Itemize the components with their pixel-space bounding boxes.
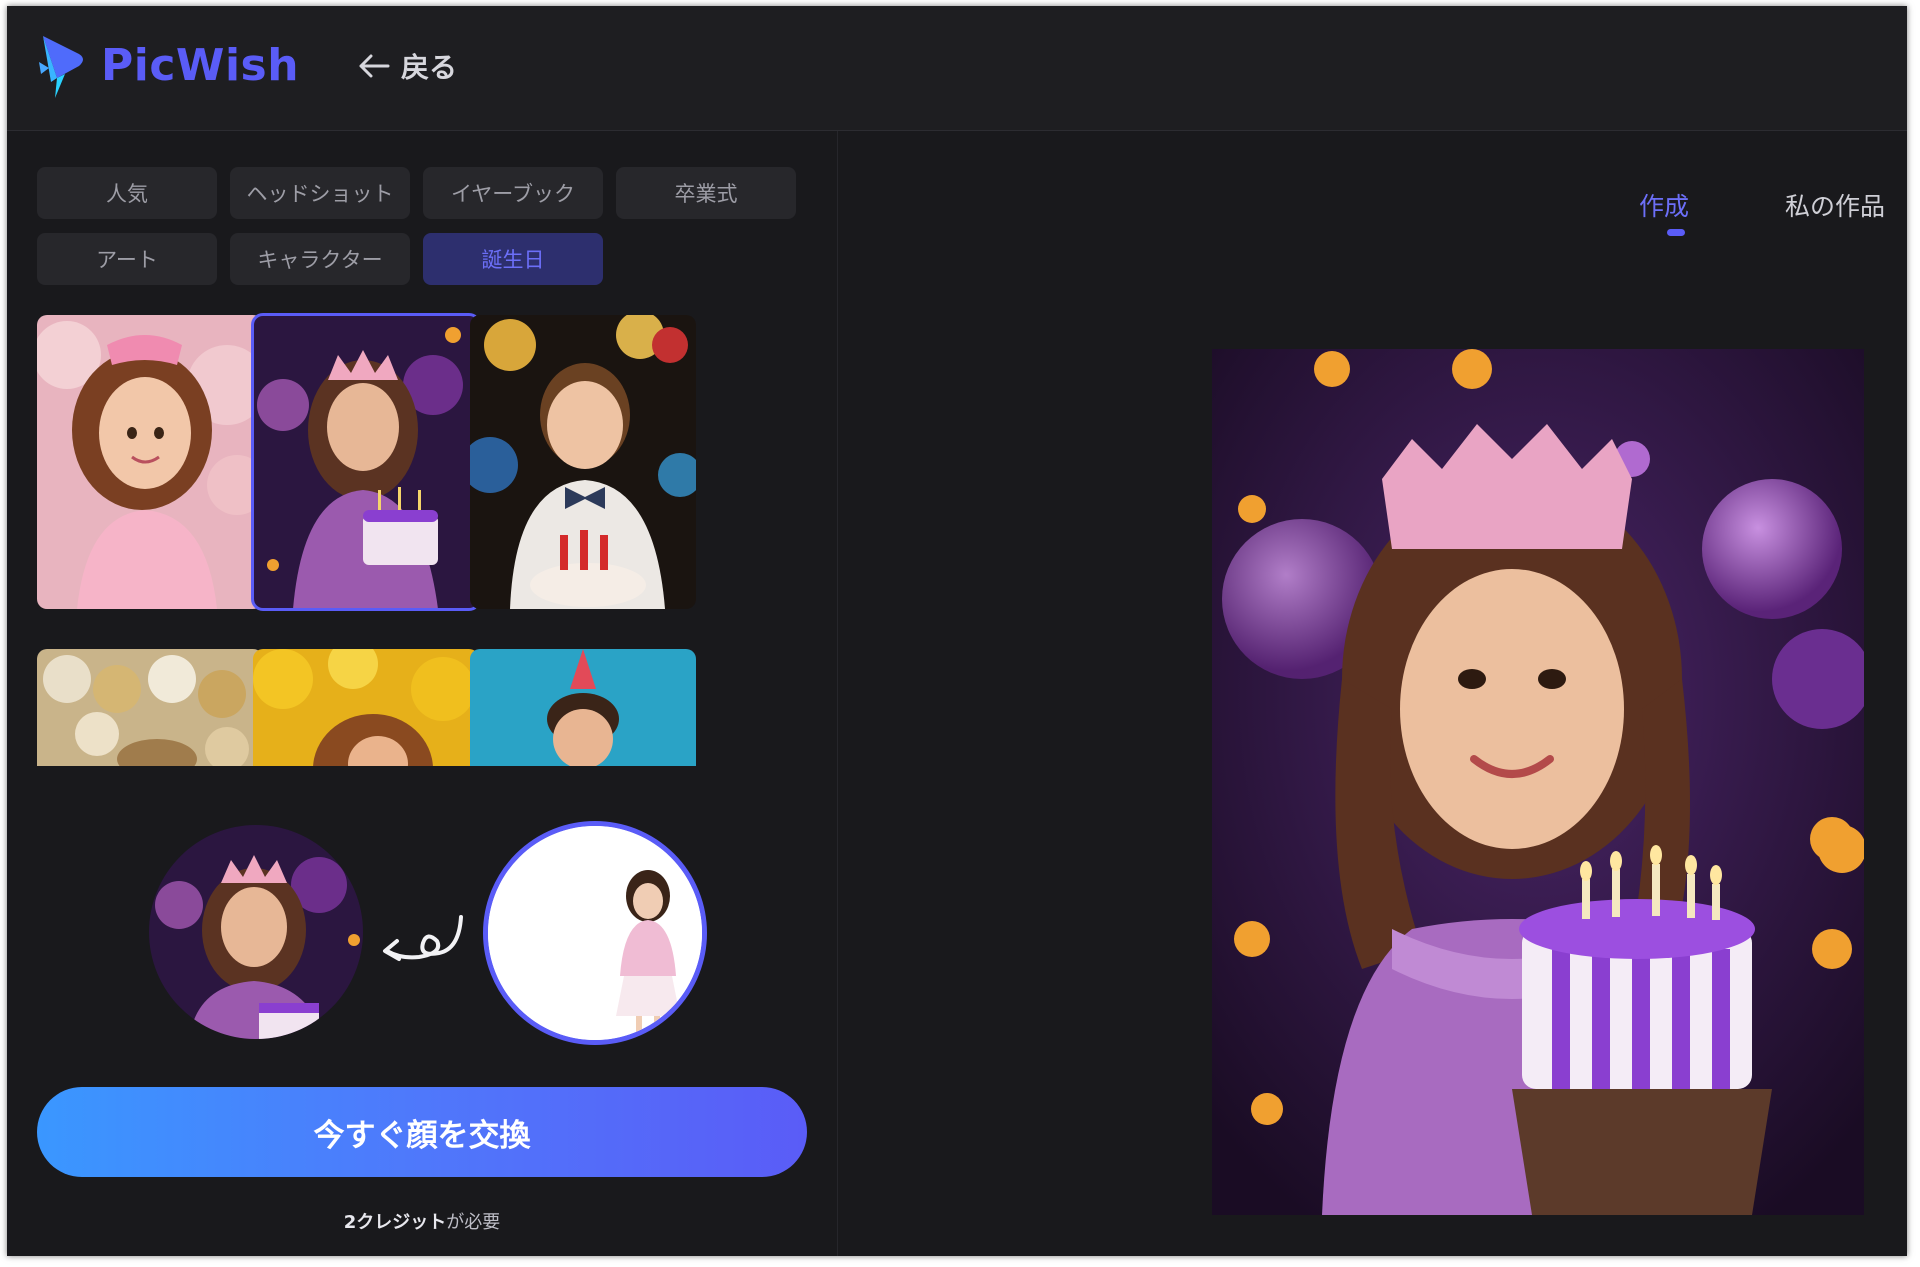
template-image (37, 315, 263, 609)
header: PicWish 戻る (7, 6, 1907, 131)
credit-suffix: が必要 (446, 1212, 501, 1233)
template-man-party-hat[interactable] (470, 649, 696, 766)
category-art[interactable]: アート (37, 233, 217, 285)
category-birthday[interactable]: 誕生日 (423, 233, 603, 285)
template-image (253, 649, 479, 766)
template-preview-image (149, 825, 363, 1039)
uploaded-face-photo[interactable] (483, 821, 707, 1045)
result-preview-image (1212, 349, 1864, 1215)
template-image (470, 315, 696, 609)
template-girl-crown-cake[interactable] (251, 313, 481, 611)
category-popular[interactable]: 人気 (37, 167, 217, 219)
category-headshot[interactable]: ヘッドショット (230, 167, 410, 219)
tab-my-works[interactable]: 私の作品 (1785, 187, 1885, 223)
template-image (37, 649, 263, 766)
picwish-logo-icon (39, 36, 83, 98)
back-button[interactable]: 戻る (357, 46, 457, 86)
template-boy-bowtie-cake[interactable] (470, 315, 696, 609)
template-yellow-balloons[interactable] (253, 649, 479, 766)
preview-image (1212, 349, 1864, 1215)
swap-arrow-icon (383, 915, 463, 961)
tab-create-label: 作成 (1639, 192, 1690, 221)
category-character[interactable]: キャラクター (230, 233, 410, 285)
credit-note: 2クレジットが必要 (7, 1208, 837, 1234)
app-window: PicWish 戻る 人気 ヘッドショット イヤーブック 卒業式 アート キャラ… (7, 6, 1907, 1256)
back-label: 戻る (401, 51, 458, 84)
template-gold-balloons[interactable] (37, 649, 263, 766)
category-graduation[interactable]: 卒業式 (616, 167, 796, 219)
active-tab-indicator (1667, 229, 1685, 236)
template-panel: 人気 ヘッドショット イヤーブック 卒業式 アート キャラクター 誕生日 今すぐ… (7, 131, 838, 1256)
template-image (470, 649, 696, 766)
template-girl-pink-balloons[interactable] (37, 315, 263, 609)
credit-amount: 2クレジット (343, 1212, 447, 1233)
brand-name: PicWish (101, 40, 300, 91)
result-panel: 作成 私の作品 (838, 131, 1907, 1256)
arrow-left-icon (359, 54, 390, 78)
uploaded-photo-image (488, 826, 702, 1040)
category-yearbook[interactable]: イヤーブック (423, 167, 603, 219)
swap-face-button[interactable]: 今すぐ顔を交換 (37, 1087, 807, 1177)
selected-template-preview (149, 825, 363, 1039)
template-image (253, 315, 479, 609)
tab-create[interactable]: 作成 (1639, 187, 1690, 236)
